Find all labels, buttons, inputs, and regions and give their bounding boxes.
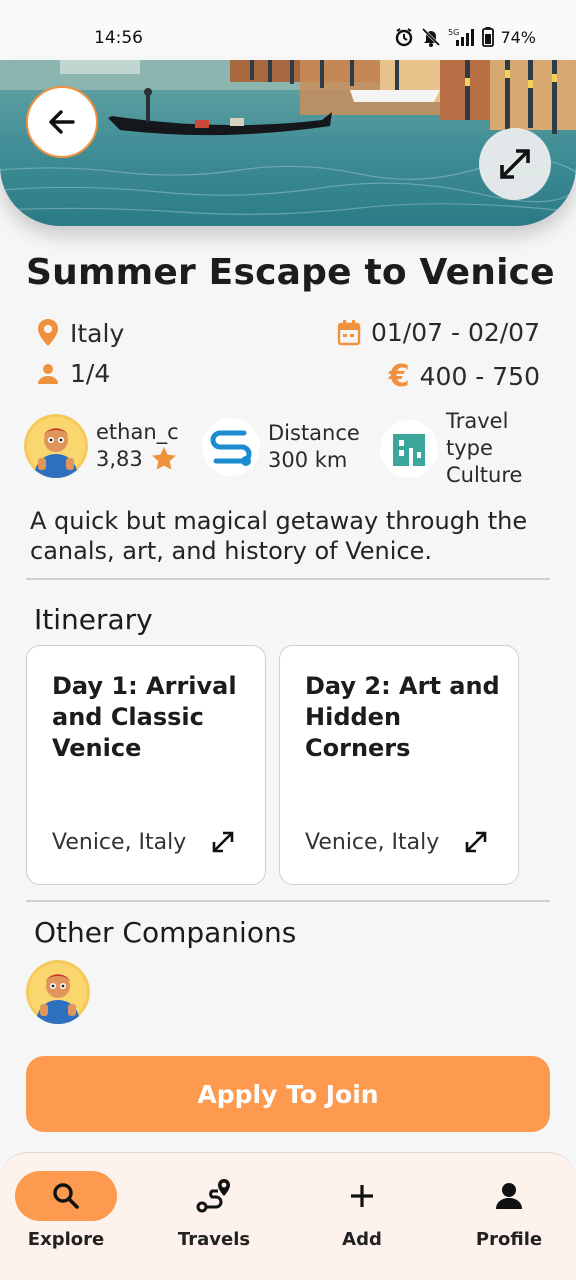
search-icon — [53, 1183, 79, 1209]
back-button[interactable] — [26, 86, 98, 158]
travel-type-label-2: type — [446, 436, 493, 460]
dates-label: 01/07 - 02/07 — [370, 318, 540, 347]
calendar-icon — [337, 319, 361, 345]
companions-heading: Other Companions — [34, 916, 297, 949]
svg-text:5G: 5G — [448, 28, 459, 37]
nav-travels-pill — [163, 1171, 265, 1221]
expand-icon[interactable] — [211, 830, 235, 854]
nav-label: Profile — [475, 1229, 543, 1250]
person-icon — [496, 1183, 522, 1209]
trip-title: Summer Escape to Venice — [26, 252, 555, 293]
travel-type-label-1: Travel — [446, 409, 509, 433]
person-icon — [38, 363, 58, 384]
divider — [26, 900, 550, 902]
nav-add-pill — [311, 1171, 413, 1221]
distance-value: 300 km — [268, 448, 348, 472]
battery-icon — [482, 27, 495, 47]
nav-profile[interactable]: Profile — [449, 1171, 569, 1261]
nav-profile-pill — [458, 1171, 560, 1221]
day-title: Day 1: Arrival and Classic Venice — [52, 672, 237, 762]
travel-type-info: Travel type Culture — [380, 408, 522, 489]
participants-count: 1/4 — [70, 359, 111, 388]
expand-icon — [500, 149, 530, 179]
nav-label: Travels — [177, 1229, 251, 1250]
companion-avatar[interactable] — [26, 960, 90, 1024]
plus-icon — [351, 1185, 373, 1207]
itinerary-day-card[interactable]: Day 2: Art and Hidden Corners Venice, It… — [279, 645, 519, 885]
star-icon — [151, 447, 176, 470]
route-distance-icon — [202, 418, 260, 476]
trip-participants: 1/4 — [36, 359, 110, 388]
avatar — [24, 414, 88, 478]
expand-icon[interactable] — [464, 830, 488, 854]
nav-add[interactable]: Add — [302, 1171, 422, 1261]
signal-5g-icon: 5G — [448, 28, 475, 46]
creator-rating: 3,83 — [96, 446, 179, 472]
status-bar: 14:56 5G 74% — [0, 0, 576, 60]
status-icons: 5G 74% — [394, 26, 536, 48]
route-icon — [196, 1179, 230, 1213]
nav-explore[interactable]: Explore — [6, 1171, 126, 1261]
day-title: Day 2: Art and Hidden Corners — [305, 672, 500, 762]
location-pin-icon — [38, 319, 58, 346]
creator-profile[interactable]: ethan_c 3,83 — [24, 414, 179, 478]
distance-label: Distance — [268, 421, 360, 445]
nav-label: Add — [342, 1229, 382, 1250]
arrow-left-icon — [49, 110, 75, 134]
distance-info: Distance 300 km — [202, 418, 360, 476]
itinerary-heading: Itinerary — [34, 603, 153, 636]
trip-description: A quick but magical getaway through the … — [30, 507, 528, 565]
status-time: 14:56 — [94, 28, 143, 48]
budget-label: 400 - 750 — [419, 362, 540, 391]
divider — [26, 578, 550, 580]
battery-level: 74% — [500, 27, 536, 47]
creator-username: ethan_c — [96, 420, 179, 444]
country-label: Italy — [70, 318, 125, 348]
trip-budget: € 400 - 750 — [389, 359, 540, 394]
trip-hero-image — [0, 60, 576, 226]
nav-travels[interactable]: Travels — [154, 1171, 274, 1261]
euro-icon: € — [388, 359, 410, 394]
trip-country: Italy — [36, 318, 124, 348]
alarm-icon — [396, 28, 413, 47]
trip-dates: 01/07 - 02/07 — [337, 318, 540, 347]
nav-label: Explore — [27, 1229, 105, 1250]
day-location: Venice, Italy — [305, 830, 440, 855]
bell-muted-icon — [422, 27, 441, 47]
itinerary-day-card[interactable]: Day 1: Arrival and Classic Venice Venice… — [26, 645, 266, 885]
building-icon — [380, 419, 438, 478]
apply-to-join-button[interactable]: Apply To Join — [26, 1056, 550, 1132]
bottom-navigation: Explore Travels Add Profile — [0, 1152, 576, 1280]
rating-value: 3,83 — [96, 447, 143, 471]
travel-type-value: Culture — [446, 463, 523, 487]
expand-image-button[interactable] — [479, 128, 551, 200]
day-location: Venice, Italy — [52, 830, 187, 855]
nav-explore-pill — [15, 1171, 117, 1221]
